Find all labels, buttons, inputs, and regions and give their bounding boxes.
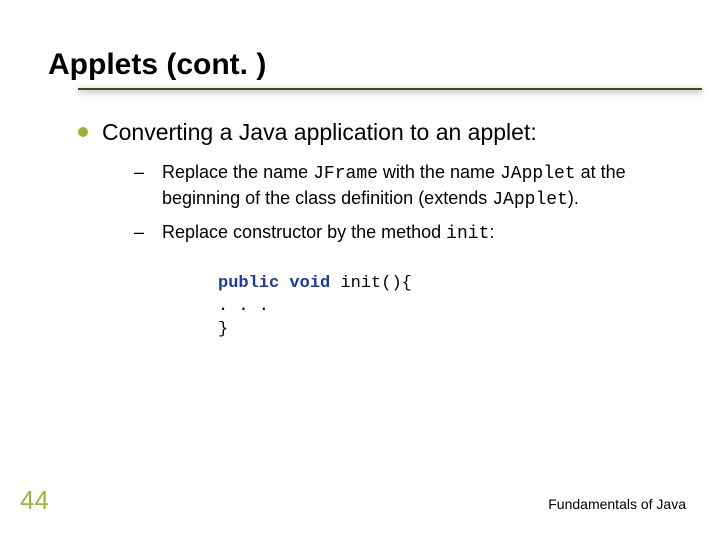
dash-icon: – xyxy=(134,220,144,246)
bullet-dot-icon xyxy=(78,127,88,137)
code-inline: init xyxy=(446,224,489,244)
code-snippet: public void init(){ . . . } xyxy=(218,273,672,342)
level2-text-2: Replace constructor by the method init: xyxy=(162,220,494,246)
dash-icon: – xyxy=(134,160,144,213)
footer-text: Fundamentals of Java xyxy=(548,496,686,512)
slide-title: Applets (cont. ) xyxy=(48,48,672,82)
t: Replace constructor by the method xyxy=(162,222,446,242)
level2-text-1: Replace the name JFrame with the name JA… xyxy=(162,160,664,213)
code-text: init(){ xyxy=(330,274,412,293)
title-underline xyxy=(78,88,702,90)
t: with the name xyxy=(378,162,500,182)
bullet-level1: Converting a Java application to an appl… xyxy=(78,118,672,148)
bullet-level2-item: – Replace the name JFrame with the name … xyxy=(134,160,664,213)
t: ). xyxy=(568,188,579,208)
code-line: } xyxy=(218,319,672,342)
code-line: . . . xyxy=(218,296,672,319)
code-inline: JApplet xyxy=(500,164,576,184)
keyword: void xyxy=(289,274,330,293)
code-inline: JApplet xyxy=(492,190,568,210)
keyword: public xyxy=(218,274,279,293)
t: : xyxy=(489,222,494,242)
code-inline: JFrame xyxy=(313,164,378,184)
page-number: 44 xyxy=(20,485,49,516)
level1-text: Converting a Java application to an appl… xyxy=(102,118,537,148)
code-line: public void init(){ xyxy=(218,273,672,296)
bullet-level2-item: – Replace constructor by the method init… xyxy=(134,220,664,246)
t: Replace the name xyxy=(162,162,313,182)
